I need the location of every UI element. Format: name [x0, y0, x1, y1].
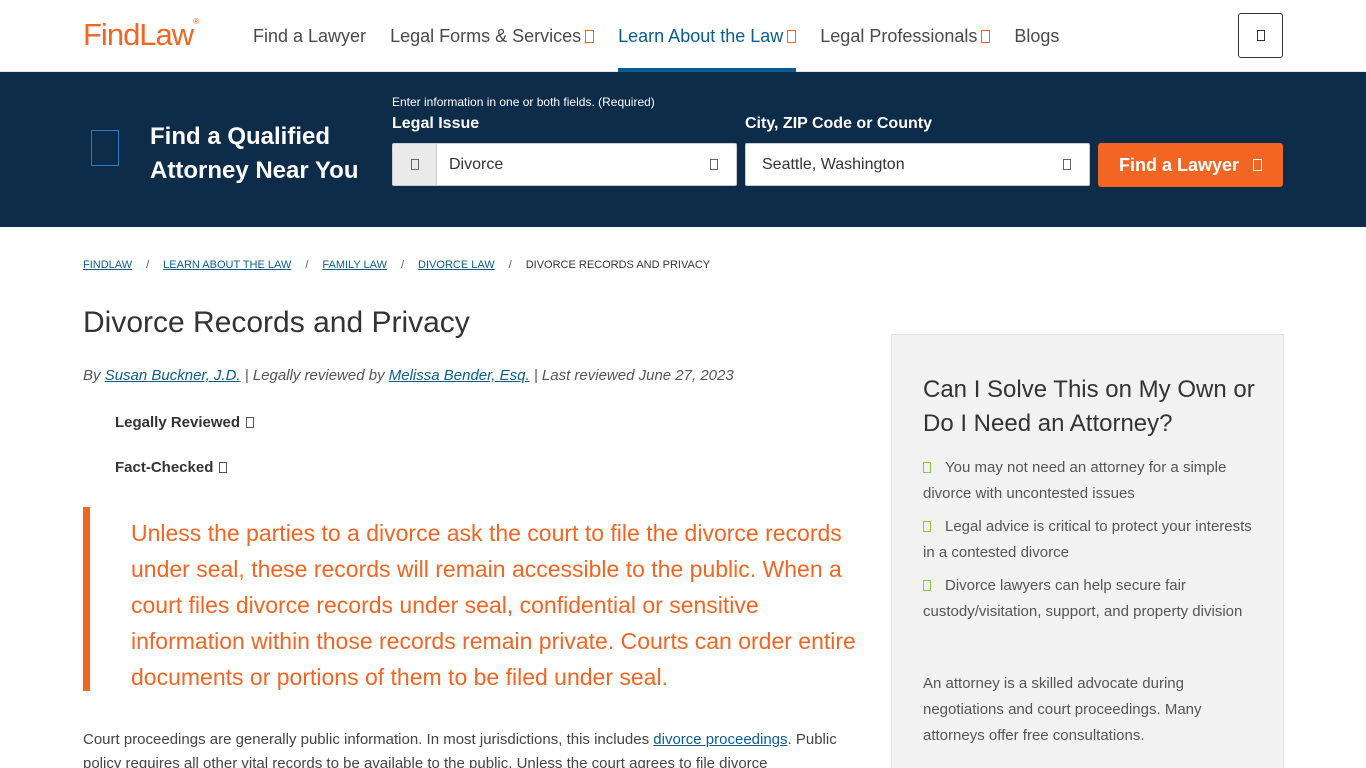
article-pullquote: Unless the parties to a divorce ask the …: [83, 507, 863, 691]
breadcrumb-family-law[interactable]: FAMILY LAW: [322, 259, 387, 271]
menu-icon: [1256, 30, 1265, 41]
page-title: Divorce Records and Privacy: [83, 306, 470, 339]
search-hint: Enter information in one or both fields.…: [392, 95, 655, 109]
chevron-down-icon: [585, 29, 595, 43]
location-field[interactable]: Seattle, Washington: [745, 143, 1090, 186]
check-icon: [923, 521, 931, 532]
legal-issue-label: Legal Issue: [392, 115, 480, 132]
main-nav: Find a Lawyer Legal Forms & Services Lea…: [253, 0, 1083, 72]
breadcrumb-findlaw[interactable]: FINDLAW: [83, 259, 132, 271]
breadcrumb-current: DIVORCE RECORDS AND PRIVACY: [525, 259, 711, 271]
breadcrumb-learn-about-the-law[interactable]: LEARN ABOUT THE LAW: [163, 259, 291, 271]
sidebar-list: You may not need an attorney for a simpl…: [923, 455, 1263, 632]
nav-learn-about-the-law[interactable]: Learn About the Law: [618, 0, 797, 72]
byline: By Susan Buckner, J.D. | Legally reviewe…: [83, 367, 734, 384]
id-card-icon: [91, 130, 119, 166]
lawyer-search-band: Find a Qualified Attorney Near You Enter…: [0, 72, 1366, 227]
chevron-down-icon: [787, 29, 797, 43]
legally-reviewed-toggle[interactable]: Legally Reviewed: [115, 414, 255, 431]
legal-issue-field[interactable]: Divorce: [392, 143, 737, 186]
divorce-proceedings-link[interactable]: divorce proceedings: [653, 731, 787, 748]
chevron-down-icon: [981, 29, 991, 43]
findlaw-logo[interactable]: FindLaw®: [83, 17, 199, 53]
article-body: Court proceedings are generally public i…: [83, 731, 837, 768]
search-heading: Find a Qualified Attorney Near You: [150, 123, 359, 184]
menu-button[interactable]: [1238, 13, 1283, 58]
attorney-advice-sidebar: Can I Solve This on My Own or Do I Need …: [891, 334, 1284, 768]
site-header: FindLaw® Find a Lawyer Legal Forms & Ser…: [0, 0, 1366, 72]
nav-blogs[interactable]: Blogs: [1014, 0, 1059, 72]
check-icon: [923, 462, 931, 473]
sidebar-paragraph: An attorney is a skilled advocate during…: [923, 675, 1202, 744]
nav-legal-forms[interactable]: Legal Forms & Services: [390, 0, 595, 72]
nav-legal-professionals[interactable]: Legal Professionals: [820, 0, 991, 72]
sidebar-title: Can I Solve This on My Own or Do I Need …: [923, 376, 1255, 437]
reviewer-link[interactable]: Melissa Bender, Esq.: [389, 367, 530, 384]
nav-find-a-lawyer[interactable]: Find a Lawyer: [253, 0, 366, 72]
chevron-down-icon: [219, 462, 228, 473]
arrow-right-icon: [1253, 159, 1263, 171]
location-icon[interactable]: [1045, 159, 1089, 170]
breadcrumb-divorce-law[interactable]: DIVORCE LAW: [418, 259, 495, 271]
check-icon: [923, 580, 931, 591]
author-link[interactable]: Susan Buckner, J.D.: [105, 367, 241, 384]
list-item: Divorce lawyers can help secure fair cus…: [923, 577, 1243, 620]
list-item: Legal advice is critical to protect your…: [923, 518, 1252, 561]
briefcase-icon: [393, 144, 437, 185]
list-item: You may not need an attorney for a simpl…: [923, 459, 1227, 502]
dropdown-icon[interactable]: [692, 159, 736, 170]
find-a-lawyer-button[interactable]: Find a Lawyer: [1098, 143, 1283, 187]
location-label: City, ZIP Code or County: [745, 115, 932, 132]
chevron-down-icon: [246, 417, 255, 428]
breadcrumb: FINDLAW / LEARN ABOUT THE LAW / FAMILY L…: [83, 259, 711, 271]
fact-checked-toggle[interactable]: Fact-Checked: [115, 459, 228, 476]
